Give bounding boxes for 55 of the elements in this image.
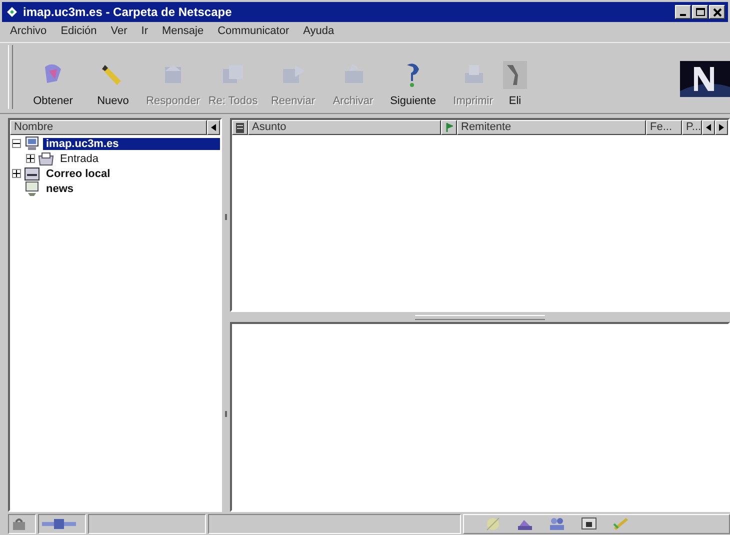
- window-icon: [580, 516, 598, 532]
- folder-item[interactable]: Correo local: [43, 168, 114, 180]
- connection-icon: [42, 519, 76, 529]
- computer-icon: [24, 136, 40, 152]
- pencil-icon: [612, 516, 630, 532]
- toolbar-grip[interactable]: [8, 45, 13, 109]
- column-header[interactable]: Nombre: [10, 120, 207, 135]
- column-header[interactable]: Fe...: [646, 120, 682, 135]
- tray-icon: [38, 150, 54, 166]
- toolbar-button[interactable]: Nuevo: [83, 45, 143, 113]
- folder-item[interactable]: news: [43, 182, 77, 194]
- collapse-button[interactable]: [12, 139, 21, 148]
- netscape-icon: [5, 5, 19, 19]
- menu-item[interactable]: Ayuda: [303, 25, 334, 39]
- plus-icon: [13, 170, 20, 177]
- drive-icon: [24, 166, 40, 182]
- maximize-button[interactable]: [692, 5, 708, 19]
- thread-icon: [236, 122, 244, 132]
- flag-icon: [446, 123, 452, 132]
- scroll-left-button[interactable]: [702, 120, 715, 135]
- menu-item[interactable]: Ir: [141, 25, 148, 39]
- folder-item[interactable]: imap.uc3m.es: [43, 138, 220, 150]
- scroll-left-button[interactable]: [207, 120, 220, 135]
- maximize-icon: [694, 7, 706, 17]
- menu-item[interactable]: Mensaje: [162, 25, 204, 39]
- toolbar-button[interactable]: Eli: [503, 45, 527, 113]
- minimize-button[interactable]: [675, 5, 691, 19]
- column-header[interactable]: [232, 120, 248, 135]
- close-button[interactable]: [709, 5, 725, 19]
- arrow-left-icon: [706, 124, 711, 131]
- arrow-left-icon: [211, 124, 216, 131]
- minimize-icon: [680, 14, 686, 16]
- lock-icon: [12, 518, 28, 530]
- minus-icon: [13, 140, 20, 147]
- window-title: imap.uc3m.es - Carpeta de Netscape: [23, 5, 233, 19]
- column-header[interactable]: Asunto: [248, 120, 441, 135]
- menu-item[interactable]: Ver: [110, 25, 128, 39]
- column-header[interactable]: P...: [682, 120, 702, 135]
- column-header[interactable]: Remitente: [457, 120, 646, 135]
- toolbar-button[interactable]: Siguiente: [383, 45, 443, 113]
- expand-button[interactable]: [26, 154, 35, 163]
- arrow-right-icon: [719, 124, 724, 131]
- menu-item[interactable]: Edición: [60, 25, 97, 39]
- menu-item[interactable]: Archivo: [10, 25, 47, 39]
- menu-item[interactable]: Communicator: [218, 25, 290, 39]
- plus-icon: [27, 155, 34, 162]
- folder-item[interactable]: Entrada: [57, 152, 102, 164]
- toolbar-button[interactable]: Obtener: [23, 45, 83, 113]
- column-header[interactable]: [441, 120, 457, 135]
- people-icon: [548, 516, 566, 532]
- monitor-icon: [24, 180, 40, 196]
- scroll-right-button[interactable]: [715, 120, 728, 135]
- close-icon: [712, 7, 722, 17]
- expand-button[interactable]: [12, 169, 21, 178]
- netscape-logo-icon: [680, 61, 730, 97]
